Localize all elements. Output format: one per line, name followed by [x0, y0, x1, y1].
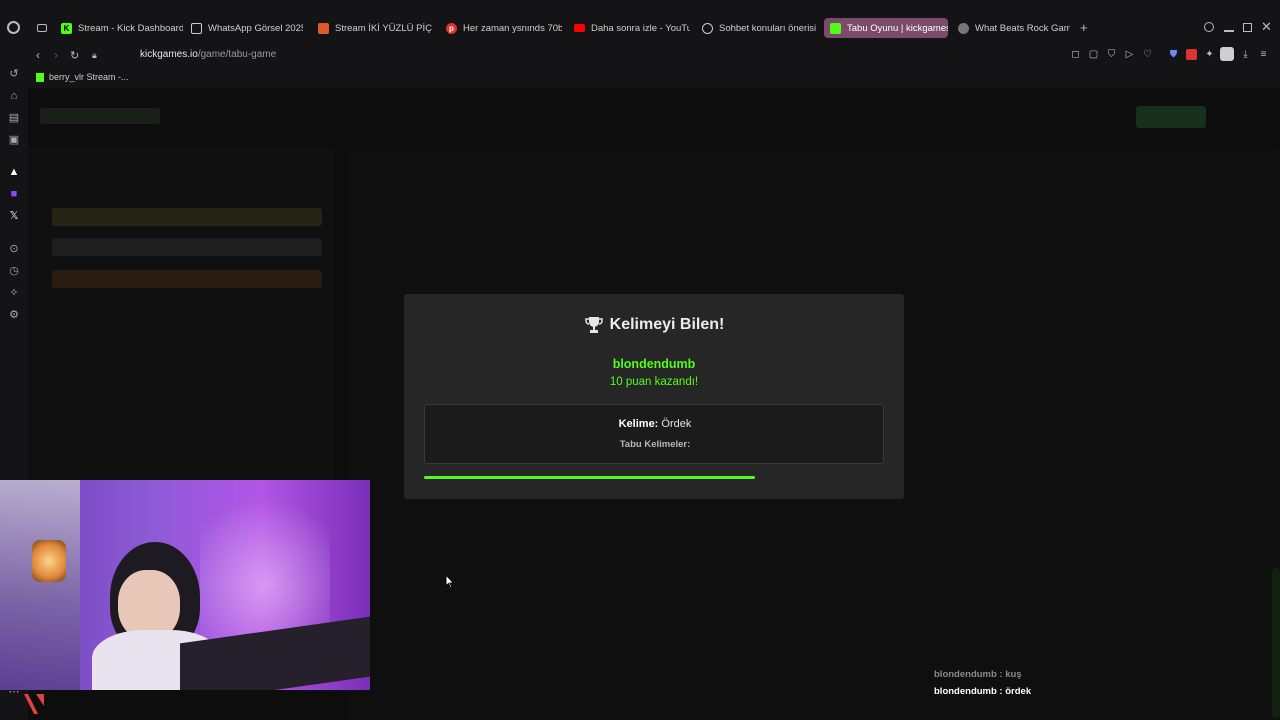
- workspace-icon[interactable]: ▤: [8, 112, 20, 124]
- restore-icon[interactable]: [1243, 23, 1252, 32]
- mouse-cursor-icon: [445, 574, 455, 589]
- rock-icon: [958, 22, 969, 34]
- history-icon[interactable]: ◷: [8, 265, 20, 277]
- bookmark-icon[interactable]: ◻: [1070, 49, 1081, 60]
- aria-icon[interactable]: ⌂: [8, 90, 20, 102]
- tab-tabu-oyunu[interactable]: Tabu Oyunu | kickgames: [824, 18, 948, 38]
- profile-avatar-icon[interactable]: [1220, 47, 1234, 61]
- extensions-icon[interactable]: ✦: [1204, 49, 1215, 60]
- timer-progress-fill: [424, 476, 756, 479]
- x-icon[interactable]: 𝕏: [8, 210, 20, 222]
- address-bar: ‹ › ↻ 🔒︎ kickgames.io/game/tabu-game ◻ ▢…: [28, 44, 1280, 66]
- taboo-words-label: Tabu Kelimeler:: [619, 439, 691, 450]
- adblock-icon[interactable]: [1186, 49, 1197, 60]
- player-icon[interactable]: ⊙: [8, 243, 20, 255]
- tab-what-beats-rock[interactable]: What Beats Rock Game: [952, 18, 1070, 38]
- opera-logo-icon[interactable]: [7, 21, 20, 34]
- team-row-gray: [52, 238, 322, 256]
- messenger-icon[interactable]: ▣: [8, 134, 20, 146]
- bookmarks-bar: berry_vlr Stream -...: [28, 66, 1280, 88]
- url-domain: kickgames.io: [140, 49, 198, 60]
- tab-pinterest[interactable]: p Her zaman ysnınds 70bp: [440, 18, 562, 38]
- document-icon: [191, 22, 202, 34]
- tab-stream-iki-yuzlu[interactable]: Stream İKİ YÜZLÜ PİÇ by: [312, 18, 434, 38]
- bookmark-item[interactable]: berry_vlr Stream -...: [36, 72, 129, 82]
- forward-icon[interactable]: ›: [54, 48, 58, 62]
- scrollbar[interactable]: [1272, 568, 1280, 718]
- chat-message-text: blondendumb : kuş: [934, 669, 1022, 680]
- url-path: /game/tabu-game: [197, 49, 277, 60]
- tab-kick-dashboard[interactable]: K Stream - Kick Dashboard: [55, 18, 183, 38]
- kickgames-icon: [830, 22, 841, 34]
- timer-progress-bar: [424, 476, 884, 479]
- tab-label: Daha sonra izle - YouTub: [591, 22, 690, 34]
- kick-icon: K: [61, 22, 72, 34]
- valorant-logo-icon: [24, 694, 44, 714]
- snapshot-icon[interactable]: ▢: [1088, 49, 1099, 60]
- kick-icon: [36, 72, 44, 82]
- search-tabs-icon[interactable]: [1204, 22, 1214, 32]
- trophy-icon: [584, 317, 603, 333]
- chat-message: blondendumb : ördek: [934, 686, 1031, 697]
- chatgpt-icon: [702, 22, 713, 34]
- word-line: Kelime: Ördek: [425, 418, 885, 430]
- tab-label: Her zaman ysnınds 70bp: [463, 22, 562, 34]
- new-tab-icon[interactable]: +: [1080, 20, 1088, 35]
- tab-whatsapp-gorsel[interactable]: WhatsApp Görsel 2025-: [185, 18, 303, 38]
- heart-icon[interactable]: ♡: [1142, 49, 1153, 60]
- winner-modal: Kelimeyi Bilen! blondendumb 10 puan kaza…: [404, 294, 904, 499]
- download-icon[interactable]: ⤓: [1240, 49, 1251, 60]
- url-field[interactable]: kickgames.io/game/tabu-game: [140, 49, 276, 60]
- chat-message: blondendumb : kuş: [934, 669, 1022, 680]
- tab-overview-icon[interactable]: [37, 24, 47, 32]
- vpn-icon[interactable]: ⛊: [1168, 49, 1179, 60]
- tab-label: Tabu Oyunu | kickgames: [847, 22, 948, 34]
- arc-icon[interactable]: ▲: [8, 166, 20, 178]
- minimize-icon[interactable]: [1224, 30, 1234, 32]
- tab-label: Stream İKİ YÜZLÜ PİÇ by: [335, 22, 434, 34]
- settings-icon[interactable]: ⚙: [8, 309, 20, 321]
- lock-icon: 🔒︎: [92, 50, 97, 60]
- youtube-icon: [574, 24, 585, 32]
- menu-icon[interactable]: ≡: [1258, 49, 1269, 60]
- word-value: Ördek: [661, 418, 692, 430]
- winner-username: blondendumb: [612, 357, 696, 371]
- login-button[interactable]: [1136, 106, 1206, 128]
- tab-chatgpt[interactable]: Sohbet konuları önerisi: [696, 18, 818, 38]
- points-earned: 10 puan kazandı!: [609, 376, 699, 388]
- tab-label: WhatsApp Görsel 2025-: [208, 22, 303, 34]
- shield-icon[interactable]: ⛉: [1106, 49, 1117, 60]
- play-icon[interactable]: ▷: [1124, 49, 1135, 60]
- close-icon[interactable]: ✕: [1261, 19, 1272, 35]
- tab-label: What Beats Rock Game: [975, 22, 1070, 34]
- word-box: Kelime: Ördek Tabu Kelimeler:: [424, 404, 884, 464]
- tab-bar: K Stream - Kick Dashboard WhatsApp Görse…: [0, 0, 1280, 44]
- tab-label: Stream - Kick Dashboard: [78, 22, 183, 34]
- stream-icon: [318, 22, 329, 34]
- chat-message-text: blondendumb : ördek: [934, 686, 1032, 697]
- reload-icon[interactable]: ↻: [70, 49, 79, 62]
- team-row-orange: [52, 270, 322, 288]
- modal-title-text: Kelimeyi Bilen!: [609, 316, 725, 333]
- team-row-yellow: [52, 208, 322, 226]
- extensions-sidebar-icon[interactable]: ✧: [8, 287, 20, 299]
- lamp-glow: [32, 540, 66, 582]
- bookmark-label: berry_vlr Stream -...: [49, 72, 129, 82]
- tab-youtube[interactable]: Daha sonra izle - YouTub: [568, 18, 690, 38]
- pinterest-icon: p: [446, 22, 457, 34]
- site-logo: [40, 108, 160, 124]
- twitch-icon[interactable]: ■: [8, 188, 20, 200]
- back-icon[interactable]: ‹: [36, 48, 40, 62]
- speed-dial-icon[interactable]: ↺: [8, 68, 20, 80]
- word-label: Kelime:: [618, 418, 659, 430]
- modal-title: Kelimeyi Bilen!: [404, 316, 904, 334]
- microphone-arm: [0, 480, 80, 690]
- webcam-overlay: [0, 480, 370, 690]
- tab-label: Sohbet konuları önerisi: [719, 22, 817, 34]
